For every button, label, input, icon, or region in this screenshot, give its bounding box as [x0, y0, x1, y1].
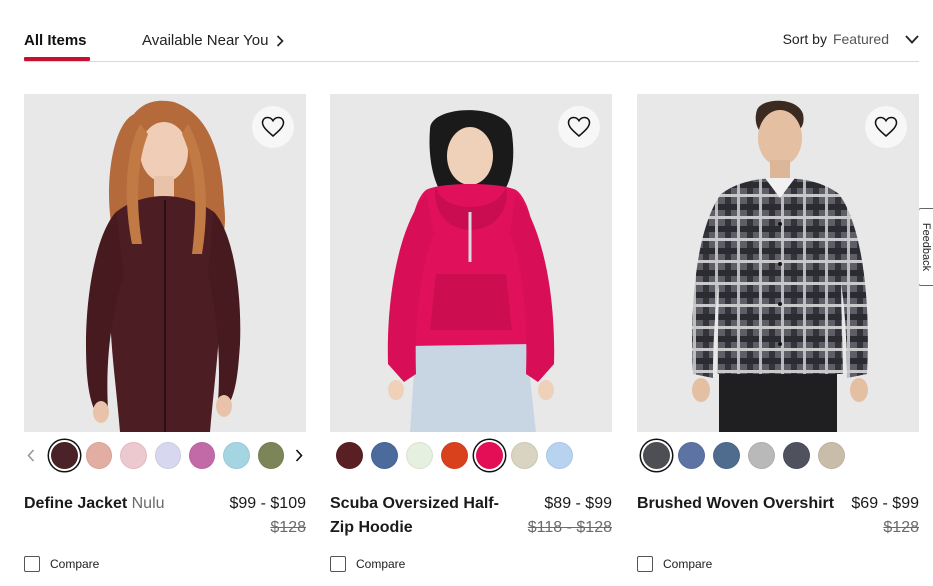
compare-checkbox[interactable]: Compare	[330, 556, 405, 572]
feedback-tab[interactable]: Feedback	[918, 208, 933, 286]
color-swatch[interactable]	[85, 441, 113, 469]
product-image[interactable]	[637, 94, 919, 432]
tab-available-near-you-label: Available Near You	[142, 32, 269, 49]
compare-label: Compare	[663, 557, 713, 571]
product-price: $99 - $109 $128	[229, 492, 306, 540]
product-price: $69 - $99 $128	[851, 492, 919, 540]
product-name-line-2: Zip Hoodie	[330, 519, 413, 536]
sort-dropdown[interactable]: Sort by Featured	[783, 31, 919, 47]
color-swatch[interactable]	[783, 441, 810, 469]
swatch-prev-button[interactable]	[24, 445, 38, 465]
color-swatch[interactable]	[818, 441, 845, 469]
heart-icon	[874, 116, 898, 137]
color-swatch[interactable]	[223, 441, 250, 469]
color-swatch[interactable]	[713, 441, 740, 469]
product-card[interactable]: Brushed Woven Overshirt $69 - $99 $128 C…	[637, 94, 919, 572]
compare-checkbox[interactable]: Compare	[24, 556, 99, 572]
chevron-down-icon	[905, 34, 919, 44]
color-swatch[interactable]	[257, 441, 285, 469]
color-swatches	[24, 440, 306, 470]
product-name-line-1: Scuba Oversized Half-	[330, 495, 499, 512]
product-name[interactable]: Scuba Oversized Half- Zip Hoodie	[330, 492, 499, 540]
color-swatch[interactable]	[678, 441, 705, 469]
wishlist-button[interactable]	[252, 106, 294, 148]
color-swatch[interactable]	[371, 441, 398, 469]
chevron-left-icon	[27, 448, 34, 462]
sort-value: Featured	[832, 31, 889, 47]
color-swatch[interactable]	[120, 441, 147, 469]
color-swatch[interactable]	[189, 441, 216, 469]
original-price: $128	[270, 519, 306, 536]
original-price: $118 - $128	[527, 519, 612, 536]
color-swatches	[330, 440, 612, 470]
checkbox-box[interactable]	[637, 556, 653, 572]
checkbox-box[interactable]	[24, 556, 40, 572]
wishlist-button[interactable]	[865, 106, 907, 148]
checkbox-box[interactable]	[330, 556, 346, 572]
product-name[interactable]: Brushed Woven Overshirt	[637, 492, 834, 516]
product-image[interactable]	[330, 94, 612, 432]
feedback-label: Feedback	[920, 222, 932, 272]
price-range: $99 - $109	[229, 495, 306, 512]
results-toolbar: All Items Available Near You Sort by Fea…	[24, 0, 919, 62]
sort-label: Sort by	[782, 31, 827, 47]
product-image[interactable]	[24, 94, 306, 432]
tab-all-items[interactable]: All Items	[24, 32, 87, 49]
color-swatch[interactable]	[546, 441, 573, 469]
color-swatch[interactable]	[51, 441, 78, 469]
heart-icon	[261, 116, 285, 137]
product-fabric: Nulu	[131, 495, 165, 512]
color-swatch[interactable]	[336, 441, 363, 469]
compare-label: Compare	[50, 557, 100, 571]
product-name-text: Brushed Woven Overshirt	[637, 495, 835, 512]
color-swatch[interactable]	[748, 441, 775, 469]
product-card[interactable]: Scuba Oversized Half- Zip Hoodie $89 - $…	[330, 94, 612, 572]
compare-checkbox[interactable]: Compare	[637, 556, 712, 572]
swatch-next-button[interactable]	[292, 445, 306, 465]
color-swatch[interactable]	[511, 441, 538, 469]
heart-icon	[567, 116, 591, 137]
product-card[interactable]: Define Jacket Nulu $99 - $109 $128 Compa…	[24, 94, 306, 572]
chevron-right-icon	[276, 34, 284, 47]
original-price: $128	[883, 519, 919, 536]
product-price: $89 - $99 $118 - $128	[528, 492, 612, 540]
active-tab-indicator	[24, 57, 90, 61]
color-swatch[interactable]	[441, 441, 468, 469]
tab-available-near-you[interactable]: Available Near You	[142, 32, 284, 49]
wishlist-button[interactable]	[558, 106, 600, 148]
price-range: $69 - $99	[851, 495, 919, 512]
compare-label: Compare	[356, 557, 406, 571]
color-swatches	[637, 440, 919, 470]
product-name-text: Define Jacket	[24, 495, 128, 512]
product-name[interactable]: Define Jacket Nulu	[24, 492, 165, 516]
color-swatch[interactable]	[154, 441, 182, 469]
price-range: $89 - $99	[544, 495, 612, 512]
color-swatch[interactable]	[643, 441, 670, 469]
color-swatch[interactable]	[476, 441, 503, 469]
color-swatch[interactable]	[406, 441, 433, 469]
chevron-right-icon	[296, 448, 303, 462]
